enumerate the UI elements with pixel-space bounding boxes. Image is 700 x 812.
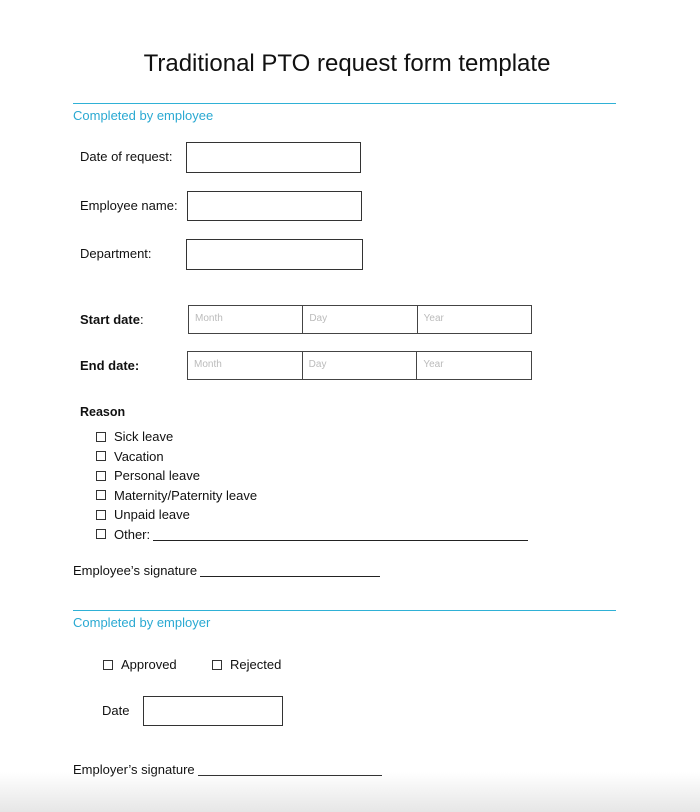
employer-date-input[interactable] (143, 696, 283, 726)
reason-option-sick-leave[interactable]: Sick leave (96, 427, 528, 447)
start-date-colon: : (139, 312, 144, 327)
department-input[interactable] (186, 239, 363, 270)
reason-option-label: Sick leave (114, 429, 174, 445)
end-date-month-input[interactable]: Month (188, 352, 303, 379)
reason-option-other[interactable]: Other: (96, 525, 529, 545)
checkbox-icon[interactable] (96, 529, 106, 540)
start-date-label: Start date: (80, 312, 144, 327)
decision-label: Rejected (230, 657, 282, 673)
checkbox-icon[interactable] (103, 659, 113, 670)
checkbox-icon[interactable] (212, 659, 222, 670)
employer-date-label: Date (102, 703, 130, 718)
start-date-year-input[interactable]: Year (418, 306, 531, 333)
checkbox-icon[interactable] (96, 509, 106, 520)
checkbox-icon[interactable] (96, 431, 106, 442)
start-date-input-group: Month Day Year (188, 305, 532, 334)
reason-option-vacation[interactable]: Vacation (96, 447, 528, 467)
page-title: Traditional PTO request form template (143, 50, 551, 77)
reason-options: Sick leave Vacation Personal leave Mater… (96, 427, 529, 545)
start-date-month-input[interactable]: Month (189, 306, 304, 333)
end-date-day-input[interactable]: Day (303, 352, 418, 379)
reason-option-label: Unpaid leave (114, 507, 190, 523)
checkbox-icon[interactable] (96, 470, 106, 481)
employee-name-input[interactable] (187, 191, 362, 221)
end-date-year-input[interactable]: Year (417, 352, 531, 379)
section-heading-employee: Completed by employee (73, 108, 214, 123)
reason-option-label: Maternity/Paternity leave (114, 487, 258, 503)
reason-option-label: Other: (114, 526, 151, 542)
reason-heading: Reason (80, 405, 126, 419)
reason-option-unpaid-leave[interactable]: Unpaid leave (96, 505, 528, 525)
employee-signature-label: Employee’s signature (73, 563, 198, 578)
bottom-fade (0, 772, 700, 812)
start-date-label-text: Start date (80, 312, 140, 327)
start-date-day-input[interactable]: Day (303, 306, 418, 333)
reason-option-personal-leave[interactable]: Personal leave (96, 466, 528, 486)
reason-option-label: Personal leave (114, 468, 200, 484)
department-label: Department: (80, 246, 152, 261)
section-divider-employee (73, 103, 616, 104)
end-date-label: End date: (80, 358, 140, 373)
employee-name-label: Employee name: (80, 198, 178, 213)
checkbox-icon[interactable] (96, 490, 106, 501)
other-reason-input-line[interactable] (153, 528, 529, 541)
section-divider-employer (73, 610, 616, 611)
checkbox-icon[interactable] (96, 451, 106, 462)
employee-signature-row: Employee’s signature (73, 563, 381, 578)
decision-label: Approved (121, 657, 177, 673)
decision-rejected[interactable]: Rejected (212, 655, 281, 675)
date-of-request-input[interactable] (186, 142, 361, 173)
decision-approved[interactable]: Approved (103, 655, 177, 675)
date-of-request-label: Date of request: (80, 149, 173, 164)
end-date-input-group: Month Day Year (187, 351, 532, 380)
reason-option-maternity-paternity-leave[interactable]: Maternity/Paternity leave (96, 486, 528, 506)
reason-option-label: Vacation (114, 448, 164, 464)
section-heading-employer: Completed by employer (73, 615, 211, 630)
employee-signature-line[interactable] (200, 563, 381, 577)
